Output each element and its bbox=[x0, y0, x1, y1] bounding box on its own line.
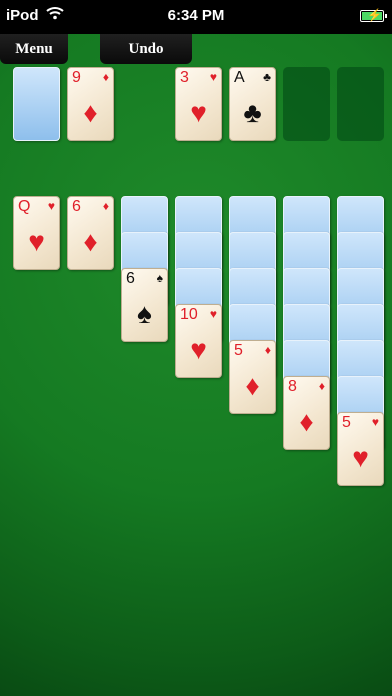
diamond-icon: ♦ bbox=[264, 343, 271, 357]
waste-card[interactable]: 9 ♦ ♦ bbox=[67, 67, 114, 141]
club-icon: ♣ bbox=[263, 70, 271, 84]
foundation-3-empty[interactable] bbox=[283, 67, 330, 141]
heart-icon: ♥ bbox=[352, 442, 369, 473]
diamond-icon: ♦ bbox=[102, 70, 109, 84]
card-rank: 3 bbox=[180, 69, 189, 86]
menu-button[interactable]: Menu bbox=[0, 34, 68, 64]
heart-icon: ♥ bbox=[190, 97, 207, 128]
card-rank: A bbox=[234, 69, 245, 86]
card-rank: 9 bbox=[72, 69, 81, 86]
card-rank: Q bbox=[18, 198, 31, 215]
foundation-1[interactable]: 3 ♥ ♥ bbox=[175, 67, 222, 141]
heart-icon: ♥ bbox=[371, 415, 379, 429]
tableau-card-col-6[interactable]: 8 ♦ ♦ bbox=[283, 376, 330, 450]
heart-icon: ♥ bbox=[47, 199, 55, 213]
diamond-icon: ♦ bbox=[102, 199, 109, 213]
stock-pile[interactable] bbox=[13, 67, 60, 141]
spade-icon: ♠ bbox=[137, 298, 152, 329]
card-rank: 6 bbox=[126, 270, 135, 287]
diamond-icon: ♦ bbox=[83, 226, 98, 257]
tableau-card-col-7[interactable]: 5 ♥ ♥ bbox=[337, 412, 384, 486]
spade-icon: ♠ bbox=[156, 271, 163, 285]
heart-icon: ♥ bbox=[209, 70, 217, 84]
card-rank: 6 bbox=[72, 198, 81, 215]
diamond-icon: ♦ bbox=[245, 370, 260, 401]
card-rank: 5 bbox=[234, 342, 243, 359]
tableau-card-col-2[interactable]: 6 ♦ ♦ bbox=[67, 196, 114, 270]
heart-icon: ♥ bbox=[28, 226, 45, 257]
status-bar: iPod 6:34 PM ⚡ bbox=[0, 0, 392, 34]
tableau-card-col-4[interactable]: 10 ♥ ♥ bbox=[175, 304, 222, 378]
tableau-card-col-3[interactable]: 6 ♠ ♠ bbox=[121, 268, 168, 342]
tableau-card-col-1[interactable]: Q ♥ ♥ bbox=[13, 196, 60, 270]
heart-icon: ♥ bbox=[209, 307, 217, 321]
clock: 6:34 PM bbox=[167, 7, 225, 24]
diamond-icon: ♦ bbox=[83, 97, 98, 128]
card-rank: 10 bbox=[180, 306, 198, 323]
battery-icon: ⚡ bbox=[360, 8, 387, 22]
heart-icon: ♥ bbox=[190, 334, 207, 365]
foundation-2[interactable]: A ♣ ♣ bbox=[229, 67, 276, 141]
card-rank: 8 bbox=[288, 378, 297, 395]
diamond-icon: ♦ bbox=[318, 379, 325, 393]
tableau-card-col-5[interactable]: 5 ♦ ♦ bbox=[229, 340, 276, 414]
undo-button[interactable]: Undo bbox=[100, 34, 192, 64]
diamond-icon: ♦ bbox=[299, 406, 314, 437]
club-icon: ♣ bbox=[243, 97, 262, 128]
foundation-4-empty[interactable] bbox=[337, 67, 384, 141]
card-rank: 5 bbox=[342, 414, 351, 431]
